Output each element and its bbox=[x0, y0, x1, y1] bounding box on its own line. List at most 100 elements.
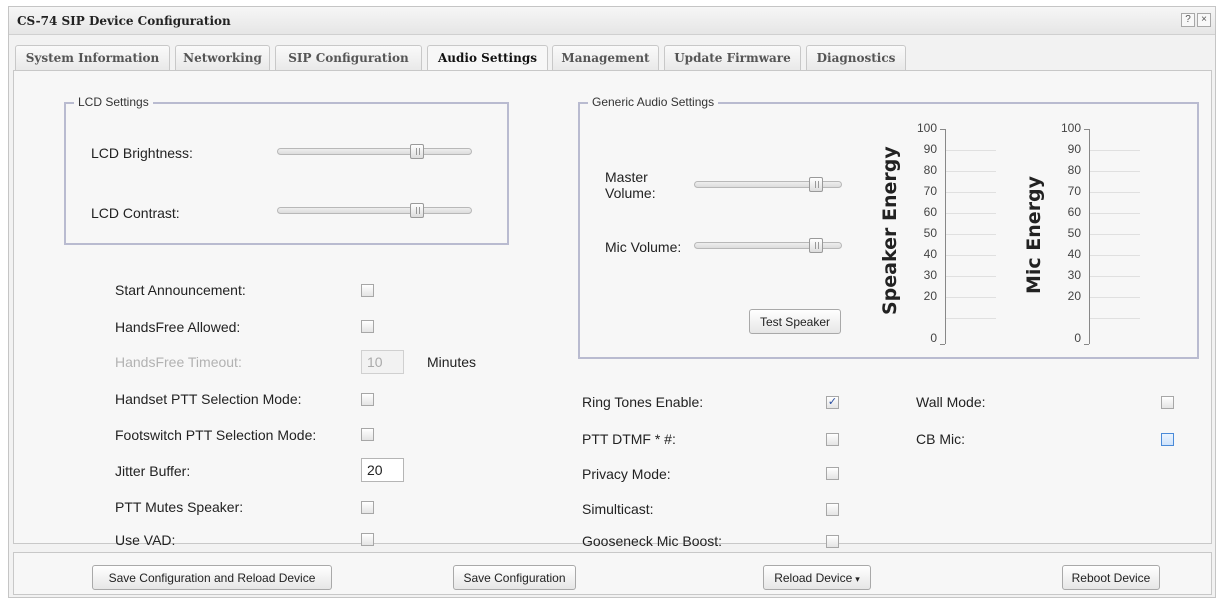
lcd-contrast-slider[interactable] bbox=[277, 203, 472, 218]
speaker-tick-100: 100 bbox=[916, 121, 937, 135]
ptt-dtmf-checkbox[interactable] bbox=[826, 433, 839, 446]
mic-tick-60: 60 bbox=[1067, 205, 1081, 219]
speaker-tick-50: 50 bbox=[923, 226, 937, 240]
tab-system-information[interactable]: System Information bbox=[15, 45, 170, 71]
speaker-tick-40: 40 bbox=[923, 247, 937, 261]
speaker-tick-90: 90 bbox=[923, 142, 937, 156]
speaker-energy-axis bbox=[945, 129, 946, 344]
start-announcement-label: Start Announcement: bbox=[115, 282, 246, 298]
mic-grid-line bbox=[1090, 297, 1140, 298]
lcd-brightness-handle[interactable] bbox=[410, 144, 424, 159]
speaker-tick-70: 70 bbox=[923, 184, 937, 198]
lcd-contrast-handle[interactable] bbox=[410, 203, 424, 218]
jitter-buffer-input[interactable] bbox=[361, 458, 404, 482]
mic-volume-handle[interactable] bbox=[809, 238, 823, 253]
reload-device-button[interactable]: Reload Device ▾ bbox=[763, 565, 871, 590]
master-volume-label-1: Master bbox=[605, 169, 648, 185]
tab-update-firmware[interactable]: Update Firmware bbox=[664, 45, 801, 71]
save-and-reload-button[interactable]: Save Configuration and Reload Device bbox=[92, 565, 332, 590]
ring-tones-enable-label: Ring Tones Enable: bbox=[582, 394, 704, 410]
master-volume-handle[interactable] bbox=[809, 177, 823, 192]
start-announcement-checkbox[interactable] bbox=[361, 284, 374, 297]
handsfree-timeout-label: HandsFree Timeout: bbox=[115, 354, 242, 370]
handset-ptt-checkbox[interactable] bbox=[361, 393, 374, 406]
handsfree-allowed-label: HandsFree Allowed: bbox=[115, 319, 241, 335]
mic-grid-line bbox=[1090, 234, 1140, 235]
speaker-tick-30: 30 bbox=[923, 268, 937, 282]
gooseneck-mic-boost-checkbox[interactable] bbox=[826, 535, 839, 548]
mic-volume-slider[interactable] bbox=[694, 238, 842, 253]
mic-tick-100: 100 bbox=[1060, 121, 1081, 135]
tab-management[interactable]: Management bbox=[552, 45, 659, 71]
master-volume-slider[interactable] bbox=[694, 177, 842, 192]
simulticast-label: Simulticast: bbox=[582, 501, 654, 517]
save-configuration-button[interactable]: Save Configuration bbox=[453, 565, 576, 590]
generic-audio-legend: Generic Audio Settings bbox=[588, 95, 719, 109]
footer-toolbar: Save Configuration and Reload Device Sav… bbox=[13, 552, 1212, 595]
speaker-grid-line bbox=[946, 192, 996, 193]
speaker-tick-20: 20 bbox=[923, 289, 937, 303]
handset-ptt-label: Handset PTT Selection Mode: bbox=[115, 391, 302, 407]
mic-energy-meter: Mic Energy 100 90 80 70 60 50 40 30 20 0 bbox=[1020, 120, 1170, 350]
use-vad-label: Use VAD: bbox=[115, 532, 176, 548]
speaker-grid-line bbox=[946, 276, 996, 277]
speaker-energy-title: Speaker Energy bbox=[879, 146, 901, 315]
mic-tick-mark bbox=[1084, 344, 1089, 345]
speaker-grid-line bbox=[946, 213, 996, 214]
use-vad-checkbox[interactable] bbox=[361, 533, 374, 546]
mic-grid-line bbox=[1090, 171, 1140, 172]
speaker-grid-line bbox=[946, 255, 996, 256]
speaker-grid-line bbox=[946, 171, 996, 172]
mic-tick-90: 90 bbox=[1067, 142, 1081, 156]
simulticast-checkbox[interactable] bbox=[826, 503, 839, 516]
gooseneck-mic-boost-label: Gooseneck Mic Boost: bbox=[582, 533, 723, 549]
mic-grid-line bbox=[1090, 276, 1140, 277]
ring-tones-enable-checkbox[interactable]: ✓ bbox=[826, 396, 839, 409]
footswitch-ptt-label: Footswitch PTT Selection Mode: bbox=[115, 427, 317, 443]
audio-settings-panel: LCD Settings LCD Brightness: LCD Contras… bbox=[13, 70, 1212, 549]
mic-grid-line bbox=[1090, 150, 1140, 151]
privacy-mode-label: Privacy Mode: bbox=[582, 466, 671, 482]
help-icon[interactable]: ? bbox=[1181, 13, 1195, 27]
ptt-dtmf-label: PTT DTMF * #: bbox=[582, 431, 676, 447]
mic-grid-line bbox=[1090, 318, 1140, 319]
handsfree-timeout-input[interactable] bbox=[361, 350, 404, 374]
wall-mode-checkbox[interactable] bbox=[1161, 396, 1174, 409]
handsfree-allowed-checkbox[interactable] bbox=[361, 320, 374, 333]
speaker-grid-line bbox=[946, 318, 996, 319]
reboot-device-button[interactable]: Reboot Device bbox=[1062, 565, 1160, 590]
lcd-brightness-slider[interactable] bbox=[277, 144, 472, 159]
tab-diagnostics[interactable]: Diagnostics bbox=[806, 45, 906, 71]
cb-mic-checkbox[interactable] bbox=[1161, 433, 1174, 446]
jitter-buffer-label: Jitter Buffer: bbox=[115, 463, 191, 479]
mic-tick-30: 30 bbox=[1067, 268, 1081, 282]
chevron-down-icon: ▾ bbox=[855, 573, 860, 584]
lcd-contrast-label: LCD Contrast: bbox=[91, 205, 180, 221]
tab-audio-settings[interactable]: Audio Settings bbox=[427, 45, 548, 73]
window-title: CS-74 SIP Device Configuration bbox=[17, 14, 231, 28]
reload-device-label: Reload Device bbox=[774, 570, 853, 585]
tab-networking[interactable]: Networking bbox=[175, 45, 270, 71]
title-bar: CS-74 SIP Device Configuration ? × bbox=[9, 7, 1215, 35]
footswitch-ptt-checkbox[interactable] bbox=[361, 428, 374, 441]
wall-mode-label: Wall Mode: bbox=[916, 394, 986, 410]
speaker-grid-line bbox=[946, 150, 996, 151]
cb-mic-label: CB Mic: bbox=[916, 431, 965, 447]
mic-tick-50: 50 bbox=[1067, 226, 1081, 240]
speaker-grid-line bbox=[946, 234, 996, 235]
speaker-tick-80: 80 bbox=[923, 163, 937, 177]
lcd-settings-legend: LCD Settings bbox=[74, 95, 153, 109]
privacy-mode-checkbox[interactable] bbox=[826, 467, 839, 480]
mic-tick-80: 80 bbox=[1067, 163, 1081, 177]
test-speaker-button[interactable]: Test Speaker bbox=[749, 309, 841, 334]
tab-sip-configuration[interactable]: SIP Configuration bbox=[275, 45, 422, 71]
mic-tick-0: 0 bbox=[1074, 331, 1081, 345]
mic-tick-20: 20 bbox=[1067, 289, 1081, 303]
ptt-mutes-speaker-checkbox[interactable] bbox=[361, 501, 374, 514]
close-icon[interactable]: × bbox=[1197, 13, 1211, 27]
master-volume-label-2: Volume: bbox=[605, 185, 656, 201]
speaker-tick-60: 60 bbox=[923, 205, 937, 219]
mic-energy-axis bbox=[1089, 129, 1090, 344]
speaker-tick-mark bbox=[940, 344, 945, 345]
mic-grid-line bbox=[1090, 213, 1140, 214]
